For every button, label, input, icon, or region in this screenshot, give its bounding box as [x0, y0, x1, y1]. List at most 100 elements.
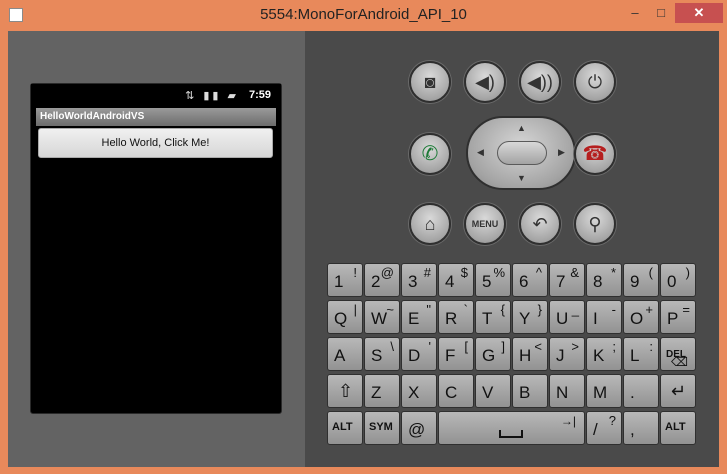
camera-icon: ◙	[424, 72, 436, 92]
key-b[interactable]: B	[512, 374, 548, 408]
key-0[interactable]: 0)	[660, 263, 696, 297]
end-call-button[interactable]: ☎	[574, 133, 616, 175]
alt-right-key[interactable]: ALT	[660, 411, 696, 445]
key-y[interactable]: Y}	[512, 300, 548, 334]
key-t-label: T	[482, 309, 493, 328]
key-o[interactable]: O +	[623, 300, 659, 334]
space-key[interactable]: →|	[438, 411, 585, 445]
key-m[interactable]: M	[586, 374, 622, 408]
slash-key[interactable]: / ?	[586, 411, 622, 445]
android-screen[interactable]: ⇅ ▮▮ ▰ 7:59 HelloWorldAndroidVS Hello Wo…	[30, 83, 282, 414]
title-bar[interactable]: 5554:MonoForAndroid_API_10 – □ ✕	[0, 0, 727, 32]
key-7[interactable]: 7 &	[549, 263, 585, 297]
dpad[interactable]: ▲ ▼ ◀ ▶	[466, 116, 576, 190]
key-z-label: Z	[371, 383, 382, 402]
at-key[interactable]: @	[401, 411, 437, 445]
key-6[interactable]: 6 ^	[512, 263, 548, 297]
key-i[interactable]: I-	[586, 300, 622, 334]
key-d[interactable]: D '	[401, 337, 437, 371]
key-t[interactable]: T{	[475, 300, 511, 334]
comma-key[interactable]: ,	[623, 411, 659, 445]
key-e[interactable]: E "	[401, 300, 437, 334]
key-x[interactable]: X	[401, 374, 437, 408]
dpad-down-arrow-icon[interactable]: ▼	[517, 173, 526, 183]
key-i-alt-label: -	[611, 302, 616, 317]
key-k[interactable]: K;	[586, 337, 622, 371]
key-g-alt-label: ]	[501, 339, 505, 354]
delete-key[interactable]: DEL ⌫	[660, 337, 696, 371]
call-button[interactable]: ✆	[409, 133, 451, 175]
key-a[interactable]: A	[327, 337, 363, 371]
key-r[interactable]: R `	[438, 300, 474, 334]
key-f[interactable]: F[	[438, 337, 474, 371]
key-5-label: 5	[482, 272, 492, 291]
hello-world-button[interactable]: Hello World, Click Me!	[38, 128, 273, 158]
key-h-alt-label: <	[534, 339, 542, 354]
key-l[interactable]: L:	[623, 337, 659, 371]
key-h[interactable]: H <	[512, 337, 548, 371]
menu-button[interactable]: MENU	[464, 203, 506, 245]
volume-up-button[interactable]: ◀))	[519, 61, 561, 103]
key-4[interactable]: 4 $	[438, 263, 474, 297]
key-3[interactable]: 3 #	[401, 263, 437, 297]
app-title-bar: HelloWorldAndroidVS	[36, 108, 276, 126]
key-k-alt-label: ;	[612, 339, 616, 354]
close-button[interactable]: ✕	[675, 3, 723, 23]
key-j[interactable]: J >	[549, 337, 585, 371]
dpad-left-arrow-icon[interactable]: ◀	[477, 147, 484, 158]
key-0-label: 0	[667, 272, 677, 291]
hardware-controls-panel: ◙ ◀) ◀)) ⏻ ✆ ▲ ▼ ◀ ▶ ☎ ⌂ MENU ↶ ⚲ ALT SY…	[305, 31, 719, 467]
shift-key[interactable]: ⇧	[327, 374, 363, 408]
key-z[interactable]: Z	[364, 374, 400, 408]
key-q-label: Q	[334, 309, 348, 328]
camera-button[interactable]: ◙	[409, 61, 451, 103]
key-l-label: L	[630, 346, 640, 365]
key-o-alt-label: +	[645, 302, 653, 317]
dpad-up-arrow-icon[interactable]: ▲	[517, 123, 526, 133]
window-title: 5554:MonoForAndroid_API_10	[260, 6, 467, 23]
key-p[interactable]: P =	[660, 300, 696, 334]
backspace-icon: ⌫	[671, 355, 688, 369]
dpad-right-arrow-icon[interactable]: ▶	[558, 147, 565, 158]
key-2-alt-label: @	[380, 265, 394, 280]
key-c-label: C	[445, 383, 458, 402]
key-5-alt-label: %	[493, 265, 505, 280]
search-icon: ⚲	[588, 214, 602, 234]
shift-icon: ⇧	[338, 381, 354, 401]
hardware-keyboard: ALT SYM @ →| / ? , ALT 1 ! 2 @ 3 # 4 $ 5…	[327, 263, 697, 445]
key-period[interactable]: .	[623, 374, 659, 408]
key-d-alt-label: '	[428, 339, 431, 354]
home-icon: ⌂	[424, 214, 436, 234]
key-9[interactable]: 9(	[623, 263, 659, 297]
key-c[interactable]: C	[438, 374, 474, 408]
key-s[interactable]: S \	[364, 337, 400, 371]
sym-key[interactable]: SYM	[364, 411, 400, 445]
key-n[interactable]: N	[549, 374, 585, 408]
key-period-label: .	[630, 383, 635, 402]
dpad-center-button[interactable]	[497, 141, 547, 165]
key-v[interactable]: V	[475, 374, 511, 408]
key-2[interactable]: 2 @	[364, 263, 400, 297]
alt-left-key[interactable]: ALT	[327, 411, 363, 445]
emulator-window: 5554:MonoForAndroid_API_10 – □ ✕ ⇅ ▮▮ ▰ …	[0, 0, 727, 474]
key-w[interactable]: W ~	[364, 300, 400, 334]
key-g[interactable]: G]	[475, 337, 511, 371]
key-1[interactable]: 1!	[327, 263, 363, 297]
key-u[interactable]: U _	[549, 300, 585, 334]
key-4-alt-label: $	[460, 265, 468, 280]
key-3-alt-label: #	[423, 265, 431, 280]
minimize-button[interactable]: –	[622, 3, 648, 23]
key-0-alt-label: )	[685, 265, 690, 280]
volume-down-button[interactable]: ◀)	[464, 61, 506, 103]
enter-key[interactable]: ↵	[660, 374, 696, 408]
home-button[interactable]: ⌂	[409, 203, 451, 245]
back-button[interactable]: ↶	[519, 203, 561, 245]
key-o-label: O	[630, 309, 644, 328]
key-q[interactable]: Q |	[327, 300, 363, 334]
search-button[interactable]: ⚲	[574, 203, 616, 245]
power-button[interactable]: ⏻	[574, 61, 616, 103]
key-8[interactable]: 8 *	[586, 263, 622, 297]
maximize-button[interactable]: □	[648, 3, 674, 23]
key-5[interactable]: 5%	[475, 263, 511, 297]
key-f-label: F	[445, 346, 456, 365]
